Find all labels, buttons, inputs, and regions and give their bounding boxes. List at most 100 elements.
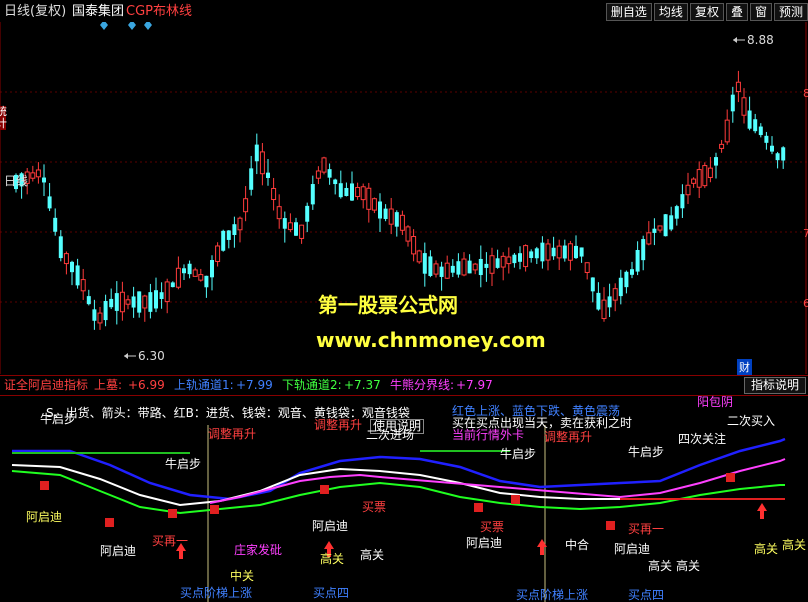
candle-body <box>266 172 270 179</box>
candle-body <box>210 260 214 278</box>
candle-body <box>714 157 718 166</box>
candle-body <box>30 172 36 179</box>
finance-marker[interactable]: 财 <box>737 359 752 375</box>
y-tick-label: 7 <box>803 227 808 240</box>
candle-body <box>360 186 366 201</box>
candle-body <box>467 260 472 274</box>
candle-body <box>327 169 332 178</box>
signal-label: 阿启迪 <box>614 542 651 556</box>
candle-body <box>663 214 668 237</box>
top-bar: 日线(复权) 国泰集团 CGP布林线 删自选 均线 复权 叠 窗 预测 <box>0 0 808 22</box>
candle-body <box>282 218 287 229</box>
candle-body <box>187 263 192 275</box>
candle-body <box>35 169 41 178</box>
candle-body <box>315 170 321 179</box>
candle-body <box>142 295 148 309</box>
toolbar-forecast-button[interactable]: 预测 <box>773 3 808 21</box>
candle-body <box>109 298 114 308</box>
candle-body <box>42 177 46 183</box>
candle-body <box>624 271 629 288</box>
grid-lines <box>0 91 808 303</box>
period-label[interactable]: 日线(复权) <box>4 5 66 19</box>
candle-body <box>70 261 74 273</box>
candle-body <box>299 224 305 239</box>
candle-body <box>321 157 327 173</box>
candle-body <box>243 198 249 213</box>
signal-label: 牛启步 <box>628 445 665 459</box>
candle-body <box>472 263 478 271</box>
signal-label: 调整再升 <box>544 430 593 444</box>
indicator-title[interactable]: 证全阿启迪指标 <box>4 379 88 392</box>
candle-body <box>630 269 634 275</box>
candle-body <box>735 81 741 93</box>
toolbar-adjust-button[interactable]: 复权 <box>689 3 724 21</box>
candle-body <box>338 183 343 198</box>
signal-label: 牛启步 <box>40 412 77 426</box>
candle-body <box>696 169 702 188</box>
signal-label: 阿启迪 <box>100 544 137 558</box>
signal-label: 二次进场 <box>366 428 415 442</box>
signal-label: 阿启迪 <box>466 536 503 550</box>
signal-label: 高关 <box>360 548 385 562</box>
candle-body <box>137 291 142 313</box>
candle-body <box>512 254 517 264</box>
signal-label: 买点四 <box>313 586 350 600</box>
candle-body <box>758 126 763 136</box>
candle-body <box>612 288 618 301</box>
toolbar-window-button[interactable]: 窗 <box>749 3 772 21</box>
signal-label: 牛启步 <box>500 447 537 461</box>
candle-body <box>652 228 657 233</box>
candle-body <box>562 245 567 259</box>
candle-body <box>444 262 450 279</box>
indicator-help-button[interactable]: 指标说明 <box>743 377 806 394</box>
candle-body <box>775 153 780 161</box>
candle-body <box>405 226 411 242</box>
candle-body <box>103 300 108 321</box>
candle-body <box>355 186 361 198</box>
indicator-chart[interactable]: S、出货、箭头：带路、红B：进货、钱袋：观音、黄钱袋：观音钱袋 使用说明 红色上… <box>0 395 808 602</box>
channel1-label: 上轨通道1: <box>174 378 234 392</box>
high-price-label: 8.88 <box>747 33 774 47</box>
candle-body <box>254 144 259 162</box>
candle-body <box>378 201 382 219</box>
signal-label: 中关 <box>230 569 255 583</box>
candlestick-chart[interactable]: 8.88 6.30 统 计 日线 财 8 7 6 第一股票公式网 www.chn… <box>0 22 808 375</box>
candle-body <box>175 267 181 288</box>
candle-body <box>500 255 506 268</box>
signal-label: 四次关注 <box>678 432 727 446</box>
legend-outlook-text: 当前行情外卡 <box>452 428 525 442</box>
stock-name[interactable]: 国泰集团 <box>72 5 124 19</box>
candle-body <box>747 110 752 129</box>
upper-value: +6.99 <box>128 378 165 392</box>
signal-label: 买点阶梯上涨 <box>180 586 253 600</box>
candle-body <box>131 296 136 308</box>
candle-body <box>657 225 663 231</box>
candle-body <box>416 250 422 263</box>
candle-body <box>518 253 522 262</box>
candle-body <box>433 263 439 275</box>
candle-body <box>148 292 153 312</box>
y-tick-label: 8 <box>803 87 808 100</box>
low-annotation: 6.30 <box>124 349 165 363</box>
candle-body <box>344 187 349 197</box>
candle-body <box>685 184 691 196</box>
candlestick-canvas[interactable]: 8.88 6.30 <box>0 22 808 374</box>
signal-label: 高关 <box>782 538 807 552</box>
candle-body <box>221 230 226 251</box>
toolbar-ma-button[interactable]: 均线 <box>653 3 688 21</box>
candle-body <box>506 256 512 265</box>
toolbar-overlay-button[interactable]: 叠 <box>725 3 748 21</box>
candle-body <box>383 208 388 219</box>
indicator-name[interactable]: CGP布林线 <box>126 5 192 19</box>
candle-body <box>489 255 495 274</box>
candle-body <box>164 281 170 303</box>
signal-label: 牛启步 <box>165 457 202 471</box>
candle-body <box>428 256 433 276</box>
candle-body <box>770 145 774 152</box>
side-tab[interactable]: 统 计 <box>0 106 7 130</box>
candle-body <box>215 245 221 262</box>
signal-label: 买点阶梯上涨 <box>516 588 589 602</box>
toolbar-delete-favorite-button[interactable]: 删自选 <box>605 3 652 21</box>
candle-body <box>450 265 455 273</box>
signal-label: 中合 <box>565 538 590 552</box>
